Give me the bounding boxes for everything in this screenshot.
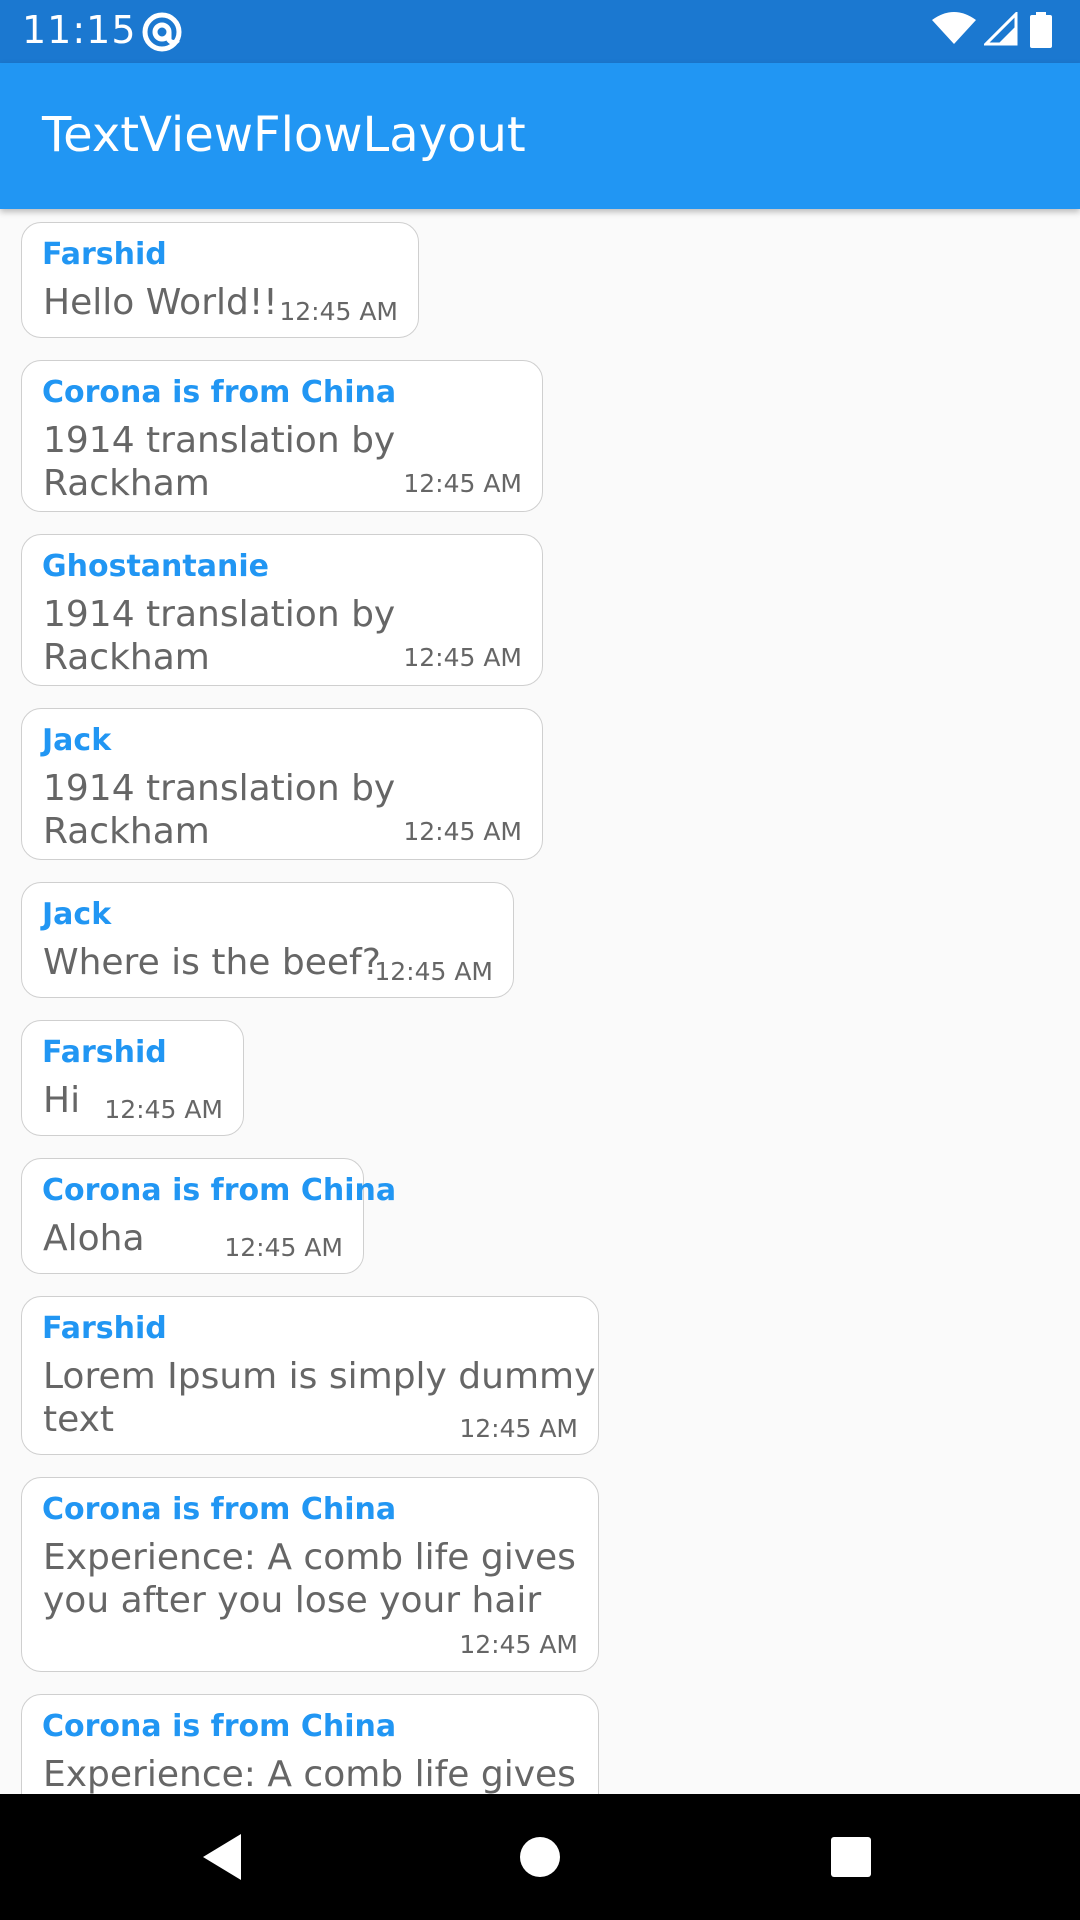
message-time: 12:45 AM	[374, 957, 493, 986]
battery-icon	[1030, 12, 1052, 48]
message-bubble[interactable]: Corona is from China Experience: A comb …	[21, 1477, 599, 1672]
message-bubble[interactable]: Ghostantanie 1914 translation by Rackham…	[21, 534, 543, 686]
status-icons	[932, 12, 1062, 50]
message-time: 12:45 AM	[459, 1630, 578, 1659]
back-button[interactable]	[165, 1794, 285, 1920]
message-time: 12:45 AM	[403, 817, 522, 846]
recents-button[interactable]	[791, 1794, 911, 1920]
message-time: 12:45 AM	[104, 1095, 223, 1124]
sender-name: Farshid	[42, 1035, 167, 1070]
message-bubble[interactable]: Farshid Hi 12:45 AM	[21, 1020, 244, 1136]
message-time: 12:45 AM	[459, 1414, 578, 1443]
sender-name: Corona is from China	[42, 375, 397, 410]
sender-name: Jack	[42, 897, 112, 932]
message-list[interactable]: Farshid Hello World!! 12:45 AM Corona is…	[0, 209, 1080, 1794]
status-bar: 11:15	[0, 0, 1080, 63]
message-time: 12:45 AM	[279, 297, 398, 326]
message-bubble[interactable]: Corona is from China Aloha 12:45 AM	[21, 1158, 396, 1274]
message-time: 12:45 AM	[224, 1233, 343, 1262]
message-bubble[interactable]: Jack Where is the beef? 12:45 AM	[21, 882, 514, 998]
message-text: Experience: A comb life gives you after …	[43, 1537, 576, 1621]
app-bar: TextViewFlowLayout	[0, 63, 1080, 209]
message-bubble[interactable]: Corona is from China 1914 translation by…	[21, 360, 543, 512]
sender-name: Corona is from China	[42, 1173, 397, 1208]
sender-name: Ghostantanie	[42, 549, 269, 584]
message-bubble[interactable]: Corona is from China Experience: A comb …	[21, 1694, 599, 1794]
app-title: TextViewFlowLayout	[42, 107, 526, 163]
navigation-bar	[0, 1794, 1080, 1920]
back-icon	[203, 1834, 241, 1880]
recents-icon	[831, 1837, 871, 1877]
wifi-icon	[932, 12, 976, 44]
home-button[interactable]	[480, 1794, 600, 1920]
home-icon	[520, 1837, 560, 1877]
message-text: Aloha	[43, 1218, 145, 1259]
sender-name: Corona is from China	[42, 1709, 397, 1744]
message-bubble[interactable]: Jack 1914 translation by Rackham 12:45 A…	[21, 708, 543, 860]
at-sign-icon	[142, 12, 182, 52]
message-time: 12:45 AM	[403, 469, 522, 498]
status-time: 11:15	[22, 8, 137, 52]
message-text: Where is the beef?	[43, 942, 381, 983]
message-text: Experience: A comb life gives	[43, 1754, 576, 1794]
message-bubble[interactable]: Farshid Hello World!! 12:45 AM	[21, 222, 419, 338]
message-text: Hello World!!	[43, 282, 278, 323]
sender-name: Corona is from China	[42, 1492, 397, 1527]
sender-name: Farshid	[42, 1311, 167, 1346]
message-time: 12:45 AM	[403, 643, 522, 672]
sender-name: Farshid	[42, 237, 167, 272]
sender-name: Jack	[42, 723, 112, 758]
message-bubble[interactable]: Farshid Lorem Ipsum is simply dummy text…	[21, 1296, 599, 1455]
message-text: Hi	[43, 1080, 81, 1121]
signal-icon	[984, 12, 1018, 46]
